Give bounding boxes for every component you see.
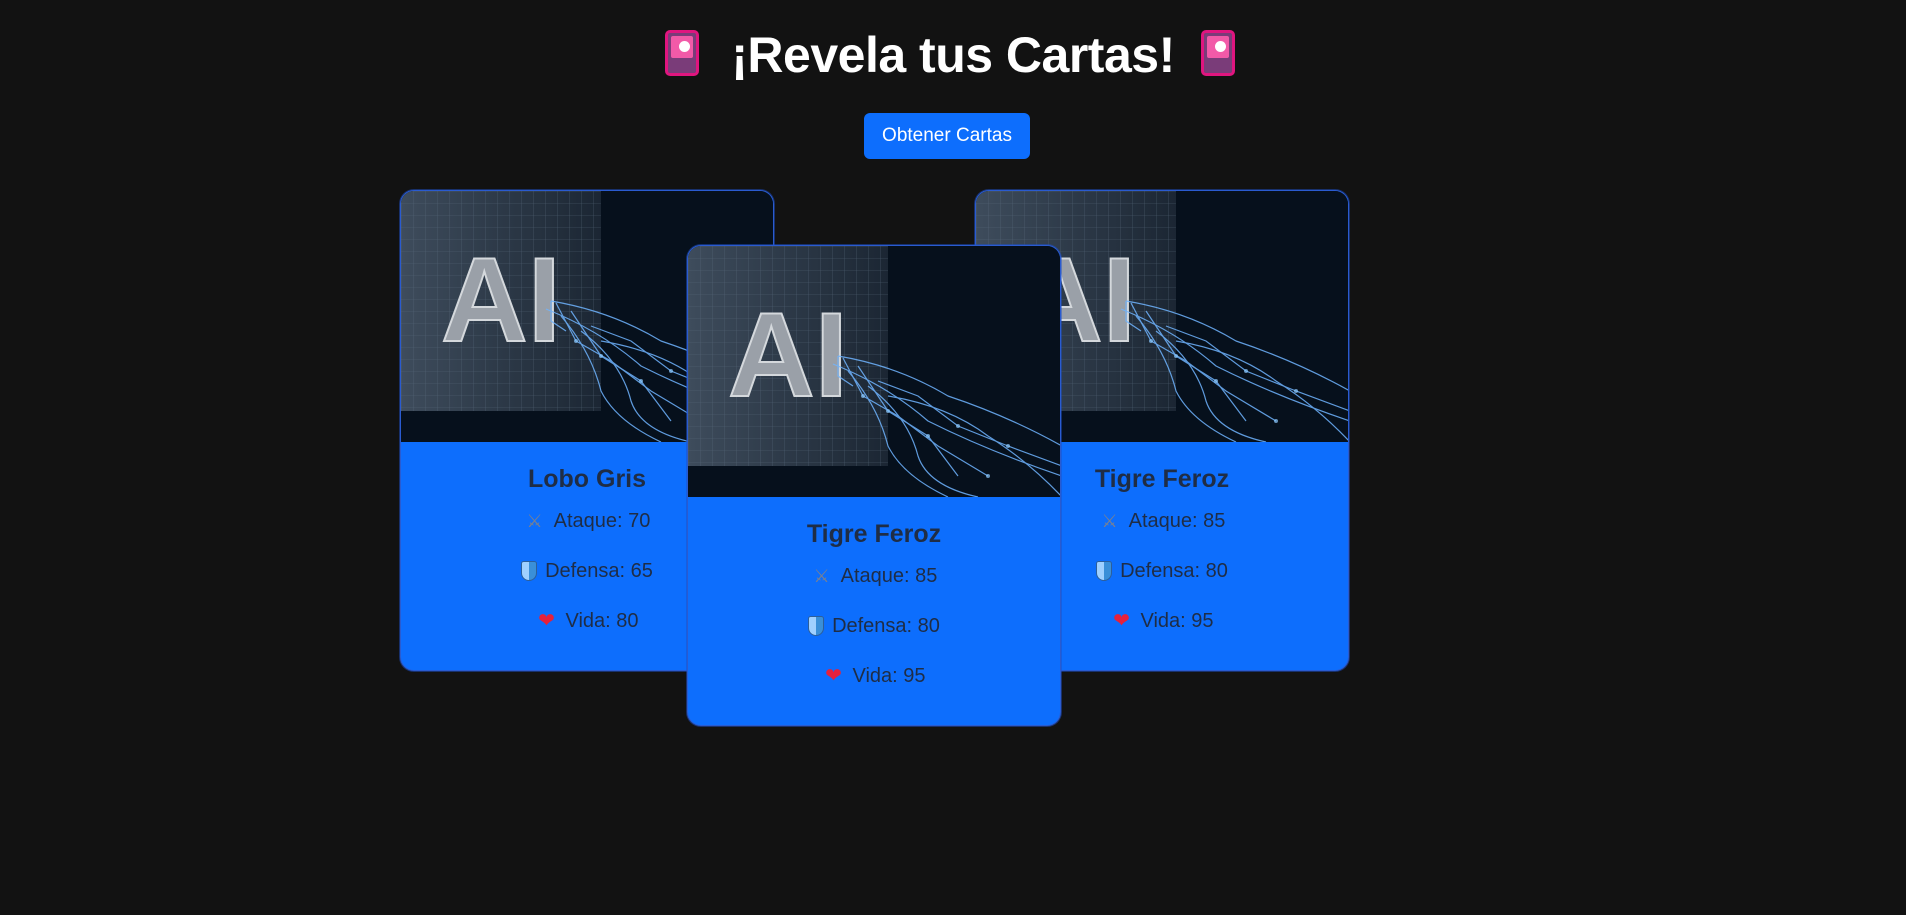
life-value: Vida: 80 (565, 610, 639, 632)
heart-icon: ❤ (538, 610, 555, 632)
card-image-text: AI (441, 233, 561, 367)
shield-icon (808, 616, 825, 636)
defense-value: Defensa: 80 (1120, 560, 1228, 582)
crossed-swords-icon: ⚔ (1101, 511, 1118, 531)
crossed-swords-icon: ⚔ (813, 566, 830, 586)
card[interactable]: AI Tigre Feroz ⚔ Ataque: 85 Defensa: 80 … (687, 245, 1061, 726)
card-image: AI (688, 246, 1060, 497)
attack-stat: ⚔ Ataque: 85 (688, 551, 1060, 601)
life-stat: ❤ Vida: 95 (688, 651, 1060, 701)
header: ¡Revela tus Cartas! (0, 22, 1906, 88)
defense-value: Defensa: 65 (545, 560, 653, 582)
shield-icon (1096, 561, 1113, 581)
defense-stat: Defensa: 80 (688, 601, 1060, 651)
life-value: Vida: 95 (1140, 610, 1214, 632)
heart-icon: ❤ (825, 665, 842, 687)
defense-value: Defensa: 80 (832, 615, 940, 637)
page-title: ¡Revela tus Cartas! (731, 27, 1175, 83)
card-image-text: AI (728, 288, 848, 422)
get-cards-button[interactable]: Obtener Cartas (864, 113, 1030, 159)
card-name: Tigre Feroz (806, 520, 942, 548)
card-body: Tigre Feroz ⚔ Ataque: 85 Defensa: 80 ❤ V… (688, 517, 1060, 701)
attack-value: Ataque: 85 (1128, 510, 1226, 532)
attack-value: Ataque: 85 (840, 565, 938, 587)
heart-icon: ❤ (1113, 610, 1130, 632)
page: ¡Revela tus Cartas! Obtener Cartas AI Lo… (0, 0, 1906, 915)
shield-icon (521, 561, 538, 581)
card-index-icon (1200, 30, 1241, 80)
crossed-swords-icon: ⚔ (526, 511, 543, 531)
attack-value: Ataque: 70 (553, 510, 651, 532)
life-value: Vida: 95 (852, 665, 926, 687)
card-index-icon (665, 30, 705, 80)
